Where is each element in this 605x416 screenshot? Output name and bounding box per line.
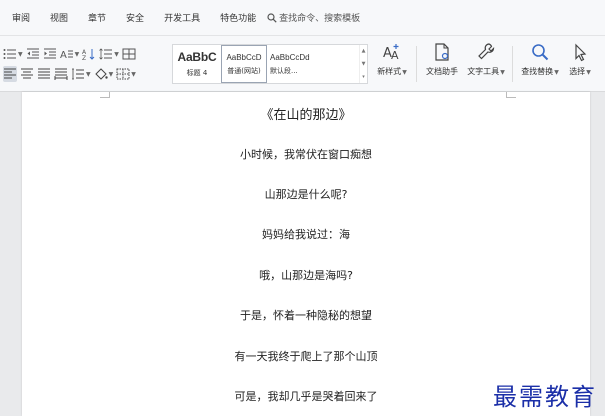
menu-bar: 审阅 视图 章节 安全 开发工具 特色功能 查找命令、搜索模板: [0, 0, 605, 36]
menu-dev-tools[interactable]: 开发工具: [155, 0, 211, 36]
find-replace-label: 查找替换▼: [521, 67, 559, 76]
style-caption: 普通(网站): [227, 66, 261, 75]
style-sample: AaBbCcD: [226, 52, 262, 62]
menu-review[interactable]: 审阅: [3, 0, 41, 36]
poem-line: 妈妈给我说过：海: [262, 228, 350, 241]
text-tools-label: 文字工具▼: [467, 67, 505, 76]
poem-title: 《在山的那边》: [260, 108, 352, 123]
toolbar-separator: [512, 46, 513, 82]
poem-line: 有一天我终于爬上了那个山顶: [234, 350, 378, 363]
align-left-icon: [4, 68, 16, 79]
justify-icon: [38, 68, 50, 79]
sort-button[interactable]: AZ: [82, 46, 96, 62]
distribute-button[interactable]: [54, 66, 68, 82]
svg-text:Z: Z: [82, 55, 86, 60]
style-gallery: AaBbC 标题 4 AaBbCcD 普通(网站) AaBbCcDd 默认段..…: [172, 44, 368, 84]
style-default-paragraph[interactable]: AaBbCcDd 默认段...: [268, 45, 346, 83]
chinese-layout-icon: A: [60, 50, 73, 60]
sort-icon: AZ: [82, 49, 95, 60]
menu-view[interactable]: 视图: [41, 0, 79, 36]
table-grid-button[interactable]: [122, 46, 136, 62]
table-grid-icon: [122, 48, 136, 60]
search-icon: [532, 44, 549, 61]
menu-features[interactable]: 特色功能: [211, 0, 267, 36]
document-page[interactable]: 《在山的那边》 小时候，我常伏在窗口痴想 山那边是什么呢? 妈妈给我说过：海 哦…: [22, 92, 590, 416]
menu-chapter[interactable]: 章节: [79, 0, 117, 36]
bullet-list-button[interactable]: ▼: [3, 46, 23, 62]
scroll-down-icon: ▼: [361, 60, 366, 67]
distribute-icon: [54, 68, 68, 80]
style-gallery-scroller[interactable]: ▲ ▼ ▾: [359, 45, 367, 83]
command-search-label: 查找命令、搜索模板: [279, 14, 361, 24]
doc-helper-label: 文档助手: [426, 67, 458, 76]
bullet-list-icon: [3, 49, 16, 59]
watermark-logo: 最需教育: [493, 383, 597, 411]
scroll-up-icon: ▲: [361, 48, 366, 55]
shading-button[interactable]: ▼: [94, 66, 113, 82]
line-spacing-button[interactable]: ▼: [99, 46, 119, 62]
style-sample: AaBbCcDd: [270, 52, 310, 62]
align-center-icon: [21, 68, 33, 79]
style-sample: AaBbC: [177, 50, 217, 64]
cursor-arrow-icon: [575, 43, 587, 62]
paragraph-tools-row1: ▼ A ▼ AZ ▼: [3, 46, 136, 62]
paragraph-tools-row2: ▼ ▼ ▼: [3, 66, 136, 82]
poem-line: 山那边是什么呢?: [264, 188, 348, 201]
decrease-indent-icon: [26, 48, 39, 59]
poem-line: 小时候，我常伏在窗口痴想: [240, 148, 372, 161]
toolbar-separator: [416, 46, 417, 82]
line-spacing-icon: [99, 48, 113, 60]
paragraph-spacing-icon: [72, 68, 84, 80]
select-label: 选择▼: [569, 67, 591, 76]
find-replace-button[interactable]: 查找替换▼: [520, 42, 560, 77]
borders-button[interactable]: ▼: [116, 66, 136, 82]
align-center-button[interactable]: [20, 66, 34, 82]
justify-button[interactable]: [37, 66, 51, 82]
svg-text:A: A: [60, 50, 67, 60]
style-caption: 默认段...: [270, 66, 298, 75]
style-caption: 标题 4: [186, 69, 208, 77]
style-heading-4[interactable]: AaBbC 标题 4: [174, 45, 220, 83]
margin-corner-mark: [506, 92, 516, 98]
style-normal-web[interactable]: AaBbCcD 普通(网站): [221, 45, 267, 83]
document-area[interactable]: 《在山的那边》 小时候，我常伏在窗口痴想 山那边是什么呢? 妈妈给我说过：海 哦…: [0, 92, 605, 416]
increase-indent-button[interactable]: [43, 46, 57, 62]
command-search[interactable]: 查找命令、搜索模板: [267, 0, 371, 36]
search-icon: [267, 12, 277, 23]
wrench-icon: [478, 43, 495, 60]
ribbon-toolbar: ▼ A ▼ AZ ▼ ▼ ▼ ▼ AaBbC 标题 4 AaBbCcD 普通(网…: [0, 36, 605, 92]
poem-line: 哦，山那边是海吗?: [259, 269, 353, 282]
menu-security[interactable]: 安全: [117, 0, 155, 36]
margin-corner-mark: [100, 92, 110, 98]
paint-bucket-icon: [94, 68, 108, 80]
new-style-icon: AA: [383, 44, 399, 62]
svg-text:A: A: [391, 49, 399, 62]
doc-helper-button[interactable]: 文档助手: [422, 42, 462, 77]
new-style-button[interactable]: AA 新样式▼: [372, 42, 412, 77]
new-style-label: 新样式▼: [377, 67, 407, 76]
poem-line: 于是，怀着一种隐秘的想望: [240, 309, 372, 322]
select-button[interactable]: 选择▼: [562, 42, 598, 77]
document-helper-icon: [435, 43, 449, 61]
paragraph-spacing-button[interactable]: ▼: [71, 66, 91, 82]
text-tools-button[interactable]: 文字工具▼: [466, 42, 506, 77]
expand-gallery-icon: ▾: [362, 73, 365, 80]
align-left-button[interactable]: [3, 66, 17, 82]
increase-indent-icon: [43, 48, 56, 59]
chinese-layout-button[interactable]: A ▼: [60, 46, 80, 62]
decrease-indent-button[interactable]: [26, 46, 40, 62]
borders-icon: [116, 68, 130, 80]
